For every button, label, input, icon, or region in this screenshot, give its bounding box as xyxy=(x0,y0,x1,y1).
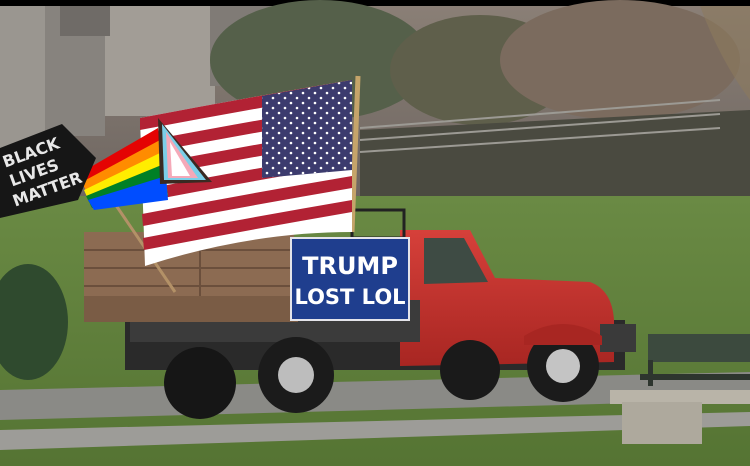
trump-lost-lol-banner: TRUMP LOST LOL xyxy=(290,237,410,321)
scene: TRUMP LOST LOL BLACK LIVES MATTER xyxy=(0,0,750,466)
front-bumper xyxy=(600,324,636,352)
banner-line-1: TRUMP xyxy=(302,252,398,280)
banner-line-2: LOST LOL xyxy=(294,285,405,309)
photo-frame: TRUMP LOST LOL BLACK LIVES MATTER xyxy=(0,0,750,466)
